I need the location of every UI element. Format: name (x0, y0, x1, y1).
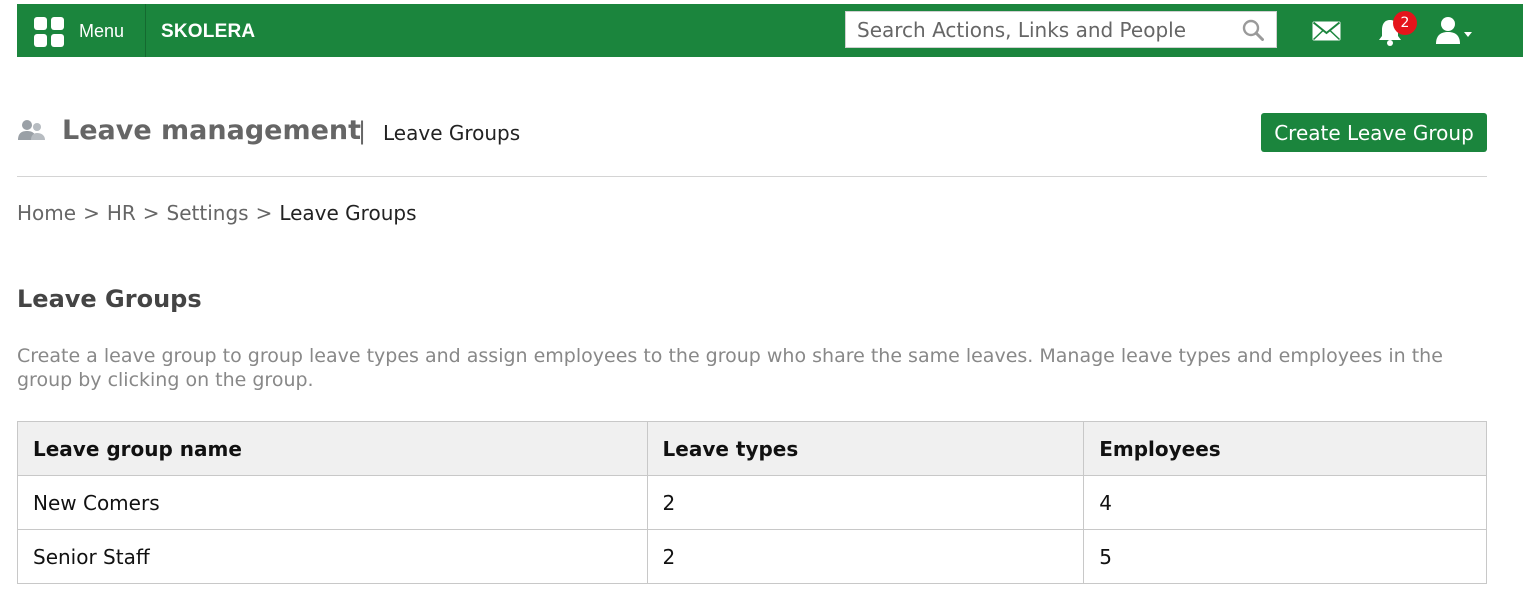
search-icon[interactable] (1242, 19, 1264, 41)
menu-button[interactable]: Menu (17, 4, 146, 57)
menu-label: Menu (79, 21, 125, 41)
section-description: Create a leave group to group leave type… (17, 345, 1443, 391)
page-subtitle: Leave Groups (383, 121, 521, 145)
column-header-leave-types[interactable]: Leave types (646, 421, 1085, 476)
cell-leave-types: 2 (646, 529, 1085, 584)
users-icon (18, 120, 45, 140)
header-divider (17, 176, 1487, 177)
breadcrumb-home[interactable]: Home (17, 201, 76, 225)
table-row[interactable]: New Comers 2 4 (17, 475, 1487, 530)
breadcrumb-current: Leave Groups (279, 201, 417, 225)
breadcrumb-settings[interactable]: Settings (167, 201, 249, 225)
cell-group-name[interactable]: Senior Staff (17, 529, 648, 584)
mail-icon[interactable] (1312, 21, 1341, 41)
cell-group-name[interactable]: New Comers (17, 475, 648, 530)
create-leave-group-button[interactable]: Create Leave Group (1261, 113, 1487, 152)
caret-down-icon (1464, 32, 1472, 37)
column-header-employees[interactable]: Employees (1083, 421, 1487, 476)
cell-employees: 5 (1083, 529, 1487, 584)
section-title: Leave Groups (17, 285, 202, 313)
table-row[interactable]: Senior Staff 2 5 (17, 529, 1487, 584)
breadcrumb-separator: > (142, 201, 160, 225)
breadcrumb-separator: > (83, 201, 100, 225)
menu-grid-icon (34, 17, 64, 47)
cell-employees: 4 (1083, 475, 1487, 530)
page-title: Leave management (62, 115, 362, 146)
global-search (845, 11, 1277, 48)
cell-leave-types: 2 (646, 475, 1085, 530)
breadcrumb-separator: > (255, 201, 273, 225)
top-navigation-bar: Menu SKOLERA 2 (17, 4, 1523, 57)
leave-groups-table: Leave group name Leave types Employees N… (17, 421, 1487, 584)
brand-logo-text[interactable]: SKOLERA (161, 21, 255, 43)
user-icon[interactable] (1434, 16, 1474, 46)
search-input[interactable] (846, 12, 1237, 47)
table-header-row: Leave group name Leave types Employees (17, 421, 1487, 476)
notification-count-badge: 2 (1393, 11, 1417, 35)
breadcrumb: Home > HR > Settings > Leave Groups (17, 201, 417, 225)
column-header-group-name[interactable]: Leave group name (17, 421, 648, 476)
breadcrumb-hr[interactable]: HR (107, 201, 136, 225)
title-separator: | (358, 117, 367, 145)
